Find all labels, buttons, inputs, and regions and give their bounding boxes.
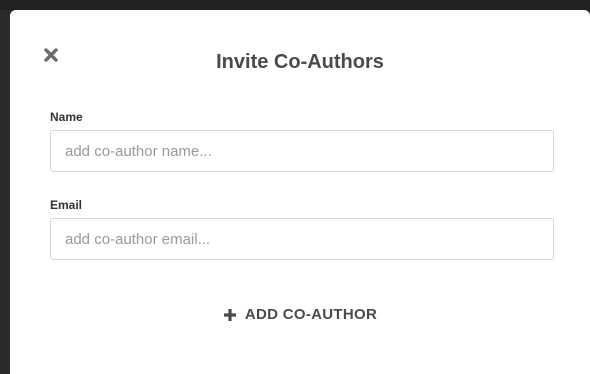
name-label: Name: [50, 110, 83, 124]
modal-title: Invite Co-Authors: [216, 51, 384, 73]
add-co-author-button[interactable]: ADD CO-AUTHOR: [10, 306, 590, 323]
window-top-bar: [0, 0, 590, 10]
invite-co-authors-modal: Invite Co-Authors Name Email ADD CO-AUTH…: [10, 10, 590, 374]
add-co-author-label: ADD CO-AUTHOR: [244, 306, 378, 323]
name-input[interactable]: [50, 130, 554, 172]
email-label: Email: [50, 198, 83, 212]
plus-icon: [223, 308, 237, 322]
email-input[interactable]: [50, 218, 554, 260]
